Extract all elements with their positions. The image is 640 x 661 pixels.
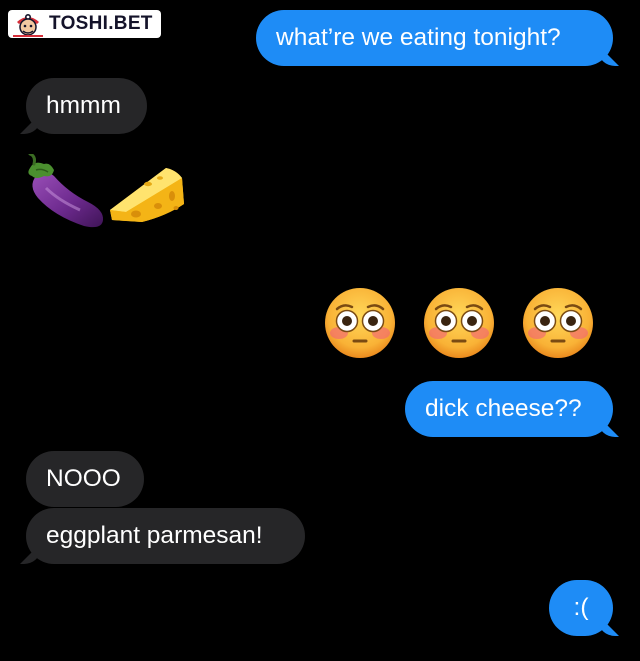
watermark-text: TOSHI.BET (49, 13, 153, 34)
pirate-mascot-icon (13, 14, 43, 37)
sent-message-bubble[interactable]: dick cheese?? (405, 381, 613, 437)
flushed-face-icon[interactable] (423, 287, 495, 359)
flushed-face-icon[interactable] (324, 287, 396, 359)
flushed-face-icon[interactable] (522, 287, 594, 359)
eggplant-icon[interactable] (24, 154, 106, 232)
received-message-bubble[interactable]: NOOO (26, 451, 144, 507)
cheese-icon[interactable] (106, 164, 188, 224)
received-message-bubble[interactable]: eggplant parmesan! (26, 508, 305, 564)
sent-message-bubble[interactable]: :( (549, 580, 613, 636)
received-message-bubble[interactable]: hmmm (26, 78, 147, 134)
sent-message-bubble[interactable]: what’re we eating tonight? (256, 10, 613, 66)
toshi-bet-watermark: TOSHI.BET (8, 10, 161, 38)
